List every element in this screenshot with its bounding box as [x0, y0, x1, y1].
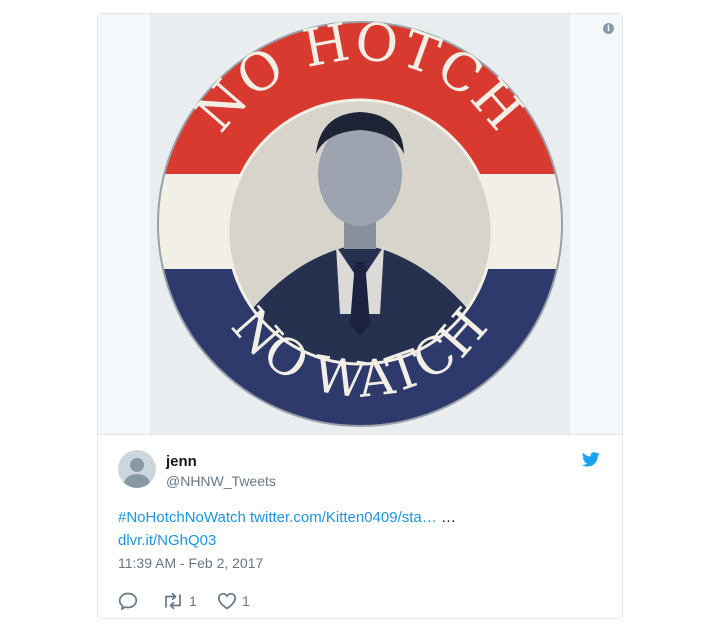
heart-icon	[217, 592, 237, 610]
tweet-ellipsis: …	[440, 509, 456, 526]
tweet-link-2[interactable]: dlvr.it/NGhQ03	[118, 532, 216, 549]
author-display-name[interactable]: jenn	[166, 453, 197, 470]
retweet-icon	[165, 592, 181, 610]
retweet-button[interactable]: 1	[162, 591, 197, 611]
tweet-media[interactable]: NO HOTCH NO WATCH i	[98, 14, 622, 435]
tweet-link-1[interactable]: twitter.com/Kitten0409/sta…	[250, 509, 437, 526]
like-count: 1	[242, 593, 250, 609]
tweet-body: jenn @NHNW_Tweets #NoHotchNoWatch twitte…	[98, 435, 622, 618]
twitter-bird-icon[interactable]	[582, 452, 600, 467]
reply-icon	[118, 592, 138, 610]
hashtag-link[interactable]: #NoHotchNoWatch	[118, 509, 246, 526]
like-button[interactable]: 1	[217, 591, 250, 611]
tweet-text: #NoHotchNoWatch twitter.com/Kitten0409/s…	[118, 506, 598, 552]
avatar[interactable]	[118, 450, 156, 488]
no-hotch-no-watch-button-image: NO HOTCH NO WATCH	[150, 14, 570, 434]
author-handle[interactable]: @NHNW_Tweets	[166, 473, 276, 489]
info-icon[interactable]: i	[603, 23, 614, 34]
embedded-tweet-card: NO HOTCH NO WATCH i jenn @NHNW_Tweets #N…	[97, 13, 623, 619]
avatar-shoulders-shape	[124, 474, 150, 488]
tweet-timestamp[interactable]: 11:39 AM - Feb 2, 2017	[118, 555, 263, 571]
reply-button[interactable]	[118, 591, 138, 611]
retweet-count: 1	[189, 593, 197, 609]
avatar-head-shape	[130, 458, 144, 472]
